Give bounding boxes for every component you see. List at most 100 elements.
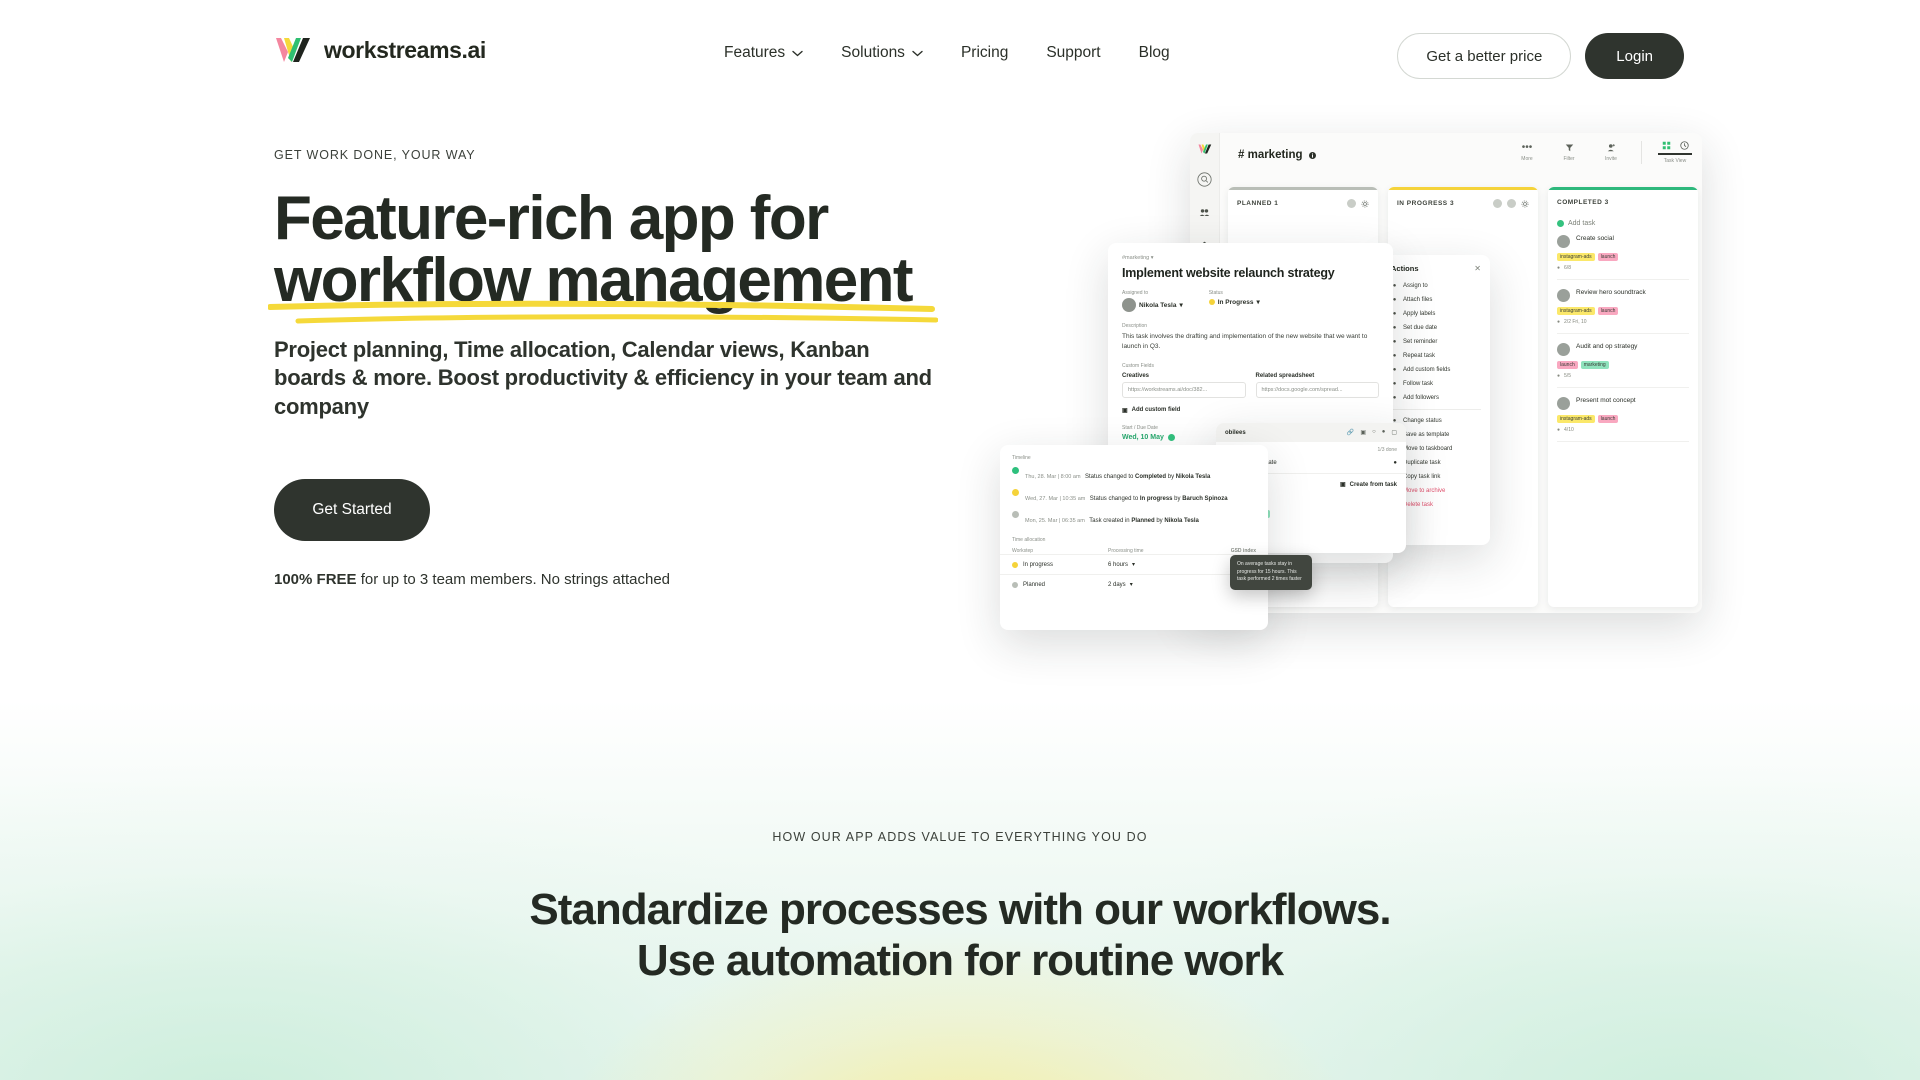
action-label: Set reminder	[1403, 339, 1438, 345]
actions-title: Actions	[1391, 264, 1419, 273]
action-attach-files[interactable]: ● Attach files	[1382, 293, 1490, 307]
yellow-underline-icon	[268, 300, 938, 324]
avatar	[1347, 199, 1356, 208]
action-label: Move to archive	[1403, 488, 1446, 494]
toolbar-invite[interactable]: Invite	[1597, 141, 1625, 164]
status-value[interactable]: In Progress ▾	[1208, 298, 1260, 306]
field-input[interactable]: https://workstreams.ai/doc/382...	[1122, 381, 1246, 398]
time-allocation-label: Time allocation	[1012, 537, 1046, 543]
w-logo-icon	[276, 38, 310, 62]
status-dot-icon	[1012, 511, 1019, 518]
board-title-text: # marketing	[1238, 149, 1303, 161]
plus-circle-icon	[1557, 220, 1564, 227]
timeline-entry-body: Thu, 28. Mar | 8:00 am Status changed to…	[1025, 465, 1210, 483]
custom-fields-label: Custom Fields	[1122, 362, 1154, 369]
status-block: Status In Progress ▾	[1208, 290, 1260, 312]
action-add-custom-fields[interactable]: ● Add custom fields	[1382, 363, 1490, 377]
get-started-button[interactable]: Get Started	[274, 479, 430, 542]
action-label: Delete task	[1403, 502, 1434, 508]
task-card-progress: 6/8	[1564, 265, 1571, 271]
custom-field-creatives: Creatives https://workstreams.ai/doc/382…	[1122, 373, 1246, 398]
task-card[interactable]: Review hero soundtrack instagram-ads laun…	[1557, 289, 1689, 334]
action-apply-labels[interactable]: ● Apply labels	[1382, 307, 1490, 321]
field-input[interactable]: https://docs.google.com/spread...	[1255, 381, 1379, 398]
status-dot-icon	[1012, 489, 1019, 496]
custom-fields: Creatives https://workstreams.ai/doc/382…	[1108, 369, 1393, 398]
brand-logo[interactable]: workstreams.ai	[272, 34, 486, 66]
gear-icon	[1521, 200, 1529, 207]
app-screenshot-mockup: # marketing ••• More Filter Invite Task …	[980, 125, 1702, 645]
task-detail-title: Implement website relaunch strategy	[1122, 266, 1335, 280]
custom-field-spreadsheet: Related spreadsheet https://docs.google.…	[1255, 373, 1379, 398]
timeline-what: Status changed to In progress by Baruch …	[1089, 496, 1228, 502]
column-header: COMPLETED 3	[1548, 190, 1698, 212]
task-card-title: Create social	[1576, 235, 1614, 242]
action-label: Add custom fields	[1403, 367, 1451, 373]
chevron-down-icon	[912, 50, 923, 56]
add-task-button[interactable]: Add task	[1557, 220, 1689, 227]
avatar	[1557, 235, 1570, 248]
assigned-to-value[interactable]: Nikola Tesla ▾	[1122, 298, 1183, 312]
task-view-underline	[1658, 153, 1692, 155]
action-repeat-task[interactable]: ● Repeat task	[1382, 349, 1490, 363]
add-custom-field-label: Add custom field	[1131, 407, 1181, 413]
task-card[interactable]: Audit and op strategy launch marketing ● 5…	[1557, 343, 1689, 388]
tag: instagram-ads	[1557, 307, 1595, 315]
calendar-icon: ▣	[1360, 430, 1367, 436]
value-section: HOW OUR APP ADDS VALUE TO EVERYTHING YOU…	[0, 830, 1920, 987]
task-card[interactable]: Present mot concept instagram-ads launch …	[1557, 397, 1689, 442]
task-card-meta: ● 5/5	[1557, 373, 1689, 379]
trash-icon: ▣	[1339, 482, 1346, 488]
kanban-column-completed: COMPLETED 3 Add task Create social insta…	[1548, 187, 1698, 607]
task-card-tags: instagram-ads launch	[1557, 415, 1689, 423]
task-card[interactable]: Create social instagram-ads launch ● 6/8	[1557, 235, 1689, 280]
toolbar-more[interactable]: ••• More	[1513, 141, 1541, 164]
allocation-time[interactable]: 2 days ▾	[1108, 581, 1200, 589]
get-better-price-button[interactable]: Get a better price	[1397, 33, 1572, 79]
history-icon	[1679, 141, 1689, 150]
column-header: IN PROGRESS 3	[1388, 190, 1538, 214]
nav-item-pricing[interactable]: Pricing	[961, 44, 1008, 62]
nav-item-support[interactable]: Support	[1046, 44, 1100, 62]
task-view-toggle[interactable]: Task View	[1658, 141, 1692, 164]
hero-note-bold: 100% FREE	[274, 571, 357, 589]
action-assign-to[interactable]: ● Assign to	[1382, 279, 1490, 293]
action-set-reminder[interactable]: ● Set reminder	[1382, 335, 1490, 349]
task-card-progress: 2/2 Fri, 10	[1564, 319, 1587, 325]
task-view-icons	[1662, 141, 1689, 150]
gear-icon	[1361, 200, 1369, 207]
nav-item-blog[interactable]: Blog	[1139, 44, 1170, 62]
close-icon[interactable]: ✕	[1474, 264, 1481, 273]
tag: launch	[1557, 361, 1578, 369]
action-set-due-date[interactable]: ● Set due date	[1382, 321, 1490, 335]
column-icons[interactable]	[1347, 199, 1369, 208]
action-follow-task[interactable]: ● Follow task	[1382, 377, 1490, 391]
actions-divider	[1391, 409, 1481, 410]
column-icons[interactable]	[1493, 199, 1529, 208]
action-add-followers[interactable]: ● Add followers	[1382, 391, 1490, 405]
nav-item-features[interactable]: Features	[724, 44, 803, 62]
checklist-toolbar[interactable]: 🔗 ▣ ○ ● ▢	[1347, 429, 1397, 436]
board-toolbar: ••• More Filter Invite Task View	[1513, 141, 1692, 164]
person-icon: ●	[1381, 429, 1386, 435]
timeline-when: Wed, 27. Mar | 10:35 am	[1025, 496, 1086, 502]
timeline-entry: Mon, 25. Mar | 06:35 am Task created in …	[1000, 505, 1268, 527]
action-label: Copy task link	[1403, 474, 1441, 480]
login-button[interactable]: Login	[1585, 33, 1684, 79]
search-icon[interactable]	[1196, 171, 1213, 188]
site-header: workstreams.ai Features Solutions Pricin…	[0, 0, 1920, 92]
task-card-progress: 4/10	[1564, 427, 1574, 433]
hero-content: GET WORK DONE, YOUR WAY Feature-rich app…	[268, 148, 974, 589]
status-label: Status	[1208, 290, 1223, 296]
toolbar-filter[interactable]: Filter	[1555, 141, 1583, 164]
allocation-time[interactable]: 6 hours ▾	[1108, 561, 1200, 569]
hero-note-rest: for up to 3 team members. No strings att…	[356, 571, 671, 589]
timeline-what: Task created in Planned by Nikola Tesla	[1089, 518, 1199, 524]
nav-item-solutions[interactable]: Solutions	[841, 44, 923, 62]
tag: instagram-ads	[1557, 253, 1595, 261]
people-icon[interactable]	[1196, 204, 1213, 221]
board-title: # marketing	[1238, 149, 1316, 161]
hero-title-line1: Feature-rich app for	[274, 184, 829, 253]
add-custom-field-button[interactable]: ▣ Add custom field	[1108, 398, 1393, 414]
assigned-to-block: Assigned to Nikola Tesla ▾	[1122, 290, 1183, 312]
